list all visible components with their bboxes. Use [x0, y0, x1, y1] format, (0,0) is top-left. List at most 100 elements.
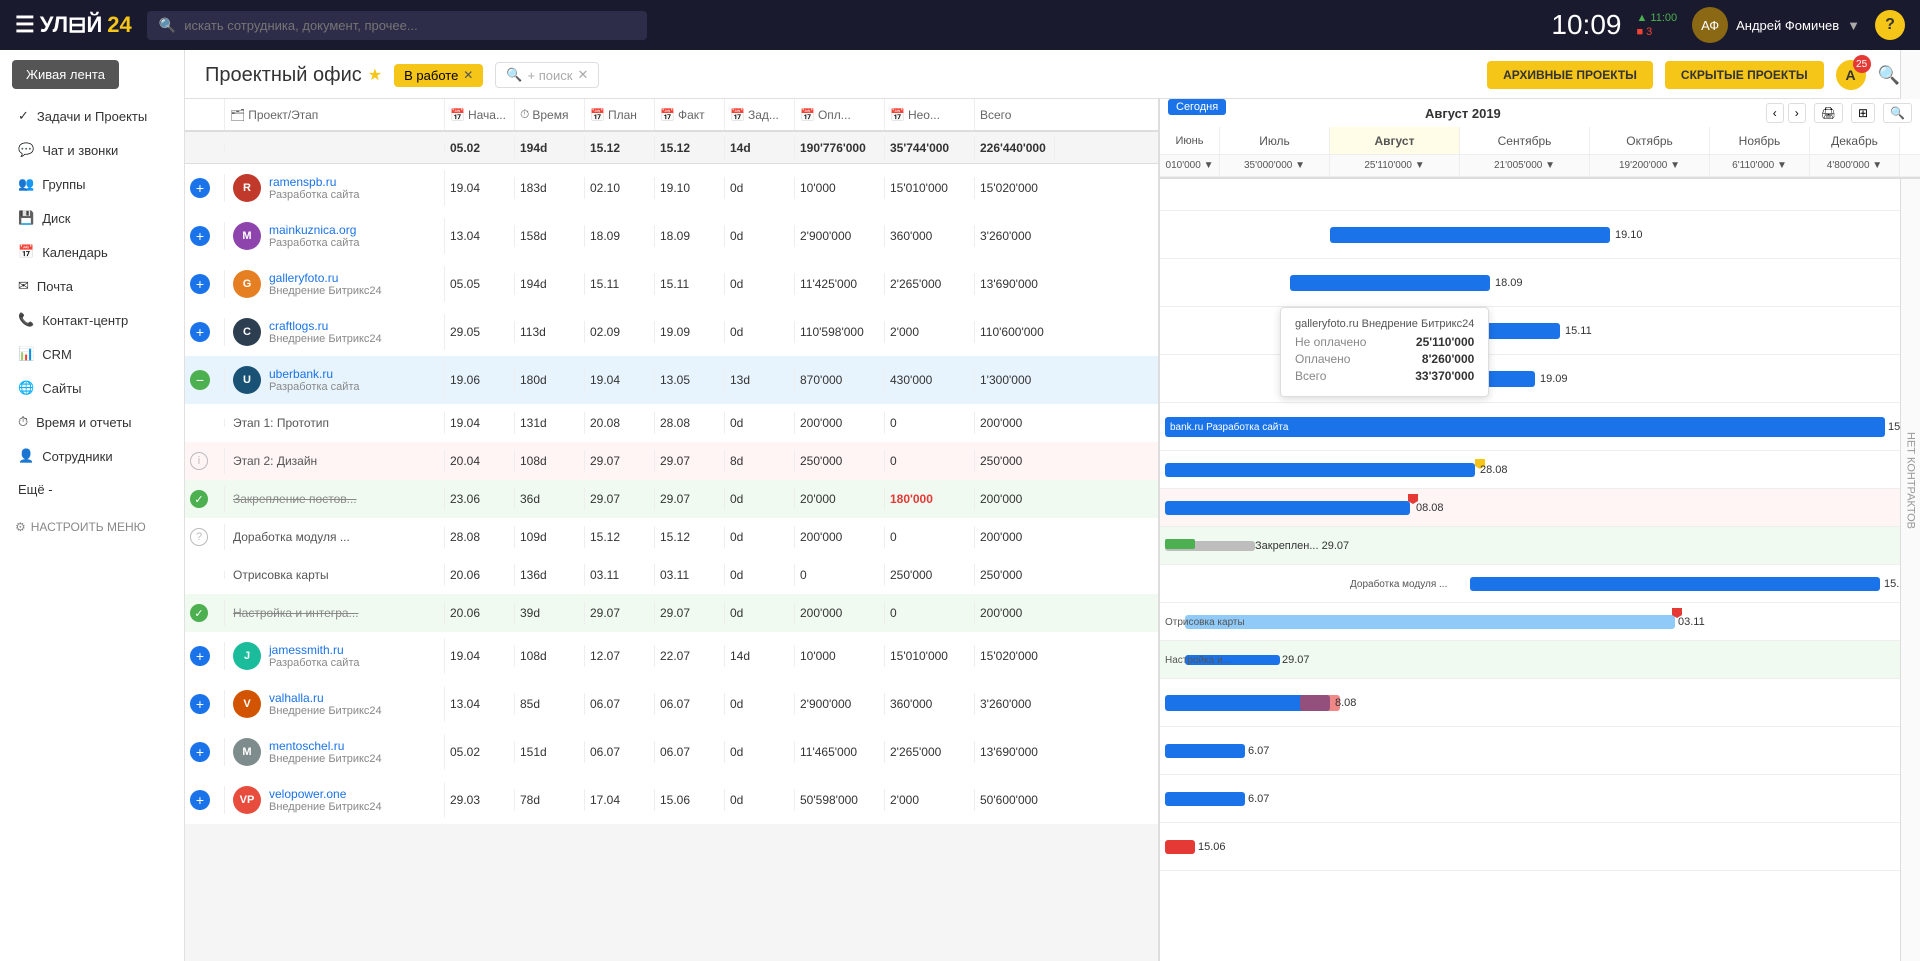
gantt-bar[interactable] — [1165, 501, 1410, 515]
check-icon: ✓ — [190, 604, 208, 622]
table-row: ? Доработка модуля ... 28.08 109d 15.12 … — [185, 518, 1158, 556]
live-feed-button[interactable]: Живая лента — [12, 60, 119, 89]
tooltip-row-total: Всего 33'370'000 — [1295, 369, 1474, 383]
td-name: V valhalla.ru Внедрение Битрикс24 — [225, 686, 445, 722]
collapse-project-button[interactable]: − — [190, 370, 210, 390]
gantt-next-button[interactable]: › — [1788, 103, 1806, 123]
project-link[interactable]: mainkuznica.org — [269, 223, 359, 237]
help-button[interactable]: ? — [1875, 10, 1905, 40]
td-start: 13.04 — [445, 693, 515, 715]
search-input[interactable] — [184, 18, 635, 33]
add-project-button[interactable]: + — [190, 274, 210, 294]
td-tasks: 0d — [725, 225, 795, 247]
td-fact: 29.07 — [655, 450, 725, 472]
project-link[interactable]: uberbank.ru — [269, 367, 359, 381]
content-search-icon[interactable]: 🔍 — [1878, 65, 1900, 86]
archive-projects-button[interactable]: АРХИВНЫЕ ПРОЕКТЫ — [1487, 61, 1653, 89]
gantt-header: Сегодня Август 2019 ‹ › 🖨 ⊞ 🔍 Июнь Июль — [1160, 99, 1920, 179]
sidebar-item-crm[interactable]: 📊 CRM — [0, 337, 184, 371]
summary-total: 226'440'000 — [975, 137, 1055, 159]
td-paid: 50'598'000 — [795, 789, 885, 811]
filter-search-close-icon[interactable]: ✕ — [577, 67, 588, 83]
gantt-value: 25'110'000 ▼ — [1330, 155, 1460, 176]
td-unpaid: 0 — [885, 526, 975, 548]
gantt-bar[interactable] — [1165, 792, 1245, 806]
add-project-button[interactable]: + — [190, 790, 210, 810]
gantt-bar[interactable] — [1470, 577, 1880, 591]
project-link[interactable]: jamessmith.ru — [269, 643, 359, 657]
gantt-expand-button[interactable]: ⊞ — [1851, 103, 1875, 123]
td-total: 200'000 — [975, 412, 1055, 434]
app-logo: ☰ УЛ⊟Й 24 — [15, 12, 132, 38]
top-right-user-icon[interactable]: А 25 — [1836, 60, 1866, 90]
user-profile[interactable]: АФ Андрей Фомичев ▼ — [1692, 7, 1860, 43]
td-unpaid: 180'000 — [885, 488, 975, 510]
add-project-button[interactable]: + — [190, 178, 210, 198]
project-sub: Разработка сайта — [269, 237, 359, 249]
project-link[interactable]: velopower.one — [269, 787, 382, 801]
gantt-bar[interactable] — [1165, 744, 1245, 758]
gantt-value: 6'110'000 ▼ — [1710, 155, 1810, 176]
filter-close-button[interactable]: ✕ — [463, 68, 473, 82]
add-project-button[interactable]: + — [190, 322, 210, 342]
tooltip-box: galleryfoto.ru Внедрение Битрикс24 Не оп… — [1280, 307, 1489, 397]
avatar: G — [233, 270, 261, 298]
add-project-button[interactable]: + — [190, 742, 210, 762]
td-tasks: 0d — [725, 526, 795, 548]
tooltip-row-paid: Оплачено 8'260'000 — [1295, 352, 1474, 366]
gantt-zoom-button[interactable]: 🔍 — [1883, 103, 1912, 123]
th-unpaid: 📅 Нео... — [885, 99, 975, 130]
sidebar-item-contact-center[interactable]: 📞 Контакт-центр — [0, 303, 184, 337]
gantt-bar[interactable] — [1290, 275, 1490, 291]
table-header: 🗂 Проект/Этап 📅 Нача... ⏱ Время 📅 План 📅 — [185, 99, 1158, 132]
table-row: + VP velopower.one Внедрение Битрикс24 2… — [185, 776, 1158, 824]
gantt-prev-button[interactable]: ‹ — [1766, 103, 1784, 123]
avatar: VP — [233, 786, 261, 814]
sidebar-item-time[interactable]: ⏱ Время и отчеты — [0, 405, 184, 439]
td-fact: 29.07 — [655, 602, 725, 624]
gantt-bar[interactable] — [1185, 615, 1675, 629]
sidebar-item-employees[interactable]: 👤 Сотрудники — [0, 439, 184, 473]
th-tasks: 📅 Зад... — [725, 99, 795, 130]
favorite-star-icon[interactable]: ★ — [368, 65, 382, 85]
sidebar-item-groups[interactable]: 👥 Группы — [0, 167, 184, 201]
user-menu[interactable]: АФ Андрей Фомичев ▼ — [1692, 7, 1860, 43]
td-add: + — [185, 270, 225, 298]
sidebar-item-disk[interactable]: 💾 Диск — [0, 201, 184, 235]
global-search[interactable]: 🔍 — [147, 11, 647, 40]
gantt-bar[interactable]: bank.ru Разработка сайта — [1165, 417, 1885, 437]
sidebar-item-sites[interactable]: 🌐 Сайты — [0, 371, 184, 405]
project-name-block: mainkuznica.org Разработка сайта — [269, 223, 359, 249]
td-unpaid: 2'000 — [885, 321, 975, 343]
project-link[interactable]: ramenspb.ru — [269, 175, 359, 189]
td-plan: 06.07 — [585, 693, 655, 715]
project-table-gantt: 🗂 Проект/Этап 📅 Нача... ⏱ Время 📅 План 📅 — [185, 99, 1920, 961]
gantt-bar[interactable] — [1165, 463, 1475, 477]
project-link[interactable]: craftlogs.ru — [269, 319, 382, 333]
sidebar-item-more[interactable]: Ещё - — [0, 473, 184, 506]
filter-search[interactable]: 🔍 + поиск ✕ — [495, 62, 599, 88]
project-link[interactable]: mentoschel.ru — [269, 739, 382, 753]
gantt-bar[interactable] — [1330, 227, 1610, 243]
sidebar-item-mail[interactable]: ✉ Почта — [0, 269, 184, 303]
gantt-label: Отрисовка карты — [1165, 617, 1245, 628]
td-unpaid: 250'000 — [885, 564, 975, 586]
project-link[interactable]: galleryfoto.ru — [269, 271, 382, 285]
add-project-button[interactable]: + — [190, 646, 210, 666]
td-plan: 02.10 — [585, 177, 655, 199]
add-project-button[interactable]: + — [190, 694, 210, 714]
gantt-print-button[interactable]: 🖨 — [1814, 103, 1843, 123]
td-fact: 06.07 — [655, 741, 725, 763]
gantt-bar[interactable] — [1165, 840, 1195, 854]
add-project-button[interactable]: + — [190, 226, 210, 246]
project-link[interactable]: valhalla.ru — [269, 691, 382, 705]
sidebar-item-calendar[interactable]: 📅 Календарь — [0, 235, 184, 269]
sidebar-item-chat[interactable]: 💬 Чат и звонки — [0, 133, 184, 167]
hidden-projects-button[interactable]: СКРЫТЫЕ ПРОЕКТЫ — [1665, 61, 1824, 89]
td-add: + — [185, 318, 225, 346]
gantt-period-title: Август 2019 — [1425, 106, 1501, 121]
configure-menu[interactable]: ⚙ НАСТРОИТЬ МЕНЮ — [0, 511, 184, 543]
sidebar-item-tasks[interactable]: ✓ Задачи и Проекты — [0, 99, 184, 133]
td-start: 19.06 — [445, 369, 515, 391]
gantt-today-button[interactable]: Сегодня — [1168, 99, 1226, 115]
